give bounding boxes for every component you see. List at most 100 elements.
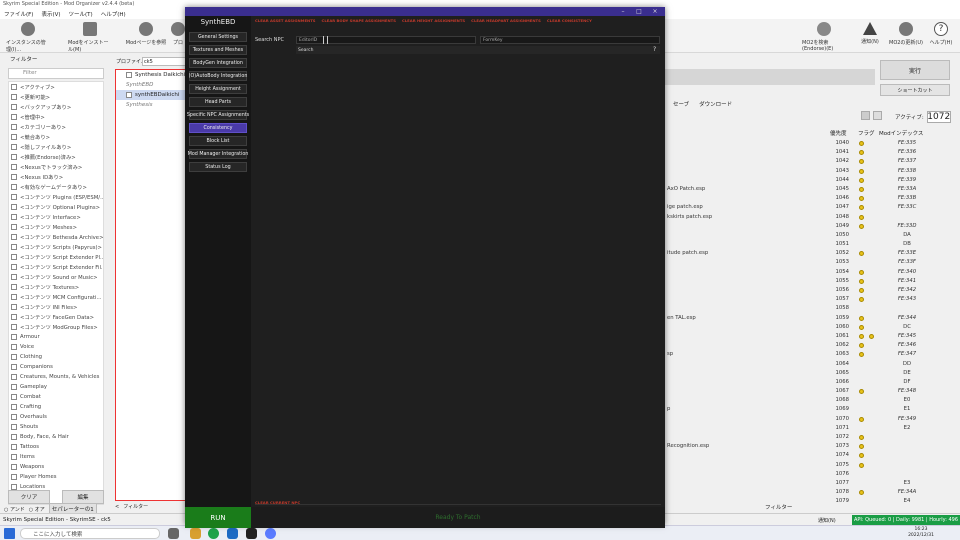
plugin-row[interactable]: 1044 FE:339 [665,176,960,185]
help-button[interactable]: ? ヘルプ(H) [922,22,960,46]
menu-item-1[interactable]: 表示(V) [41,10,60,18]
plugin-row[interactable]: 1071 E2 [665,424,960,433]
category-checkbox[interactable] [11,414,17,420]
category-item[interactable]: <コンテンツ Meshes> [9,222,103,232]
plugin-row[interactable]: 1074 [665,451,960,460]
priority-column-header[interactable]: 優先度 [830,129,847,137]
plugin-row[interactable]: itude patch.esp 1052 FE:33E [665,249,960,258]
menu-item-3[interactable]: ヘルプ(H) [101,10,126,18]
category-item[interactable]: Voice [9,342,103,352]
category-item[interactable]: Gameplay [9,382,103,392]
clear-button-0[interactable]: CLEAR ASSET ASSIGNMENTS [255,18,316,23]
executable-select[interactable] [665,69,875,85]
category-checkbox[interactable] [11,94,17,100]
flags-column-header[interactable]: フラグ [858,129,875,137]
category-checkbox[interactable] [11,104,17,110]
category-item[interactable]: <コンテンツ Optional Plugins> [9,202,103,212]
category-item[interactable]: <コンテンツ Sound or Music> [9,272,103,282]
browse-mod-page-button[interactable]: Modページを参照 [124,22,168,46]
category-checkbox[interactable] [11,124,17,130]
plugin-row[interactable]: 1043 FE:338 [665,167,960,176]
category-checkbox[interactable] [11,394,17,400]
category-item[interactable]: <コンテンツ Textures> [9,282,103,292]
category-checkbox[interactable] [11,214,17,220]
taskbar-clock[interactable]: 16:23 2022/12/31 [908,527,934,539]
category-item[interactable]: Shouts [9,422,103,432]
category-item[interactable]: Companions [9,362,103,372]
category-item[interactable]: Tattoos [9,442,103,452]
plugin-row[interactable]: 1051 DB [665,240,960,249]
category-item[interactable]: Weapons [9,462,103,472]
category-checkbox[interactable] [11,254,17,260]
category-checkbox[interactable] [11,454,17,460]
category-checkbox[interactable] [11,244,17,250]
clear-button-2[interactable]: CLEAR HEIGHT ASSIGNMENTS [402,18,465,23]
category-checkbox[interactable] [11,144,17,150]
category-item[interactable]: <推薦(Endorse)済み> [9,152,103,162]
nav-bodygen-integration[interactable]: BodyGen Integration [189,58,247,68]
plugin-filter-input[interactable]: フィルター [765,503,792,511]
menu-item-0[interactable]: ファイル(F) [4,10,33,18]
category-checkbox[interactable] [11,334,17,340]
synthebd-title-bar[interactable]: – □ × [185,7,665,16]
clear-button-4[interactable]: CLEAR CONSISTENCY [547,18,592,23]
category-checkbox[interactable] [11,344,17,350]
plugin-row[interactable]: 1040 FE:335 [665,139,960,148]
edit-button[interactable]: 編集 [62,490,104,504]
category-checkbox[interactable] [11,384,17,390]
category-item[interactable]: Body, Face, & Hair [9,432,103,442]
or-radio[interactable]: ○ オア [29,506,45,513]
plugin-row[interactable]: AxO Patch.esp 1045 FE:33A [665,185,960,194]
category-checkbox[interactable] [11,324,17,330]
category-item[interactable]: <コンテンツ Script Extender Pl... [9,252,103,262]
formkey-input[interactable]: FormKey [480,36,660,44]
category-item[interactable]: Items [9,452,103,462]
plugin-row[interactable]: 1046 FE:33B [665,194,960,203]
category-checkbox[interactable] [11,474,17,480]
category-item[interactable]: <コンテンツ Plugins (ESP/ESM/... [9,192,103,202]
task-view-icon[interactable] [168,528,179,539]
category-item[interactable]: <Nexus IDあり> [9,172,103,182]
nav-block-list[interactable]: Block List [189,136,247,146]
plugin-row[interactable]: 1075 [665,461,960,470]
windows-start-icon[interactable] [4,528,15,539]
tab-downloads[interactable]: ダウンロード [699,100,732,108]
nav-head-parts[interactable]: Head Parts [189,97,247,107]
category-checkbox[interactable] [11,84,17,90]
mod-list-item[interactable]: synthEBDaikichi [116,90,186,100]
category-checkbox[interactable] [11,464,17,470]
app-icon-1[interactable] [208,528,219,539]
plugin-row[interactable]: 1054 FE:340 [665,268,960,277]
category-checkbox[interactable] [11,224,17,230]
plugin-row[interactable]: 1065 DE [665,369,960,378]
plugin-row[interactable]: 1064 DD [665,360,960,369]
nav-general-settings[interactable]: General Settings [189,32,247,42]
plugin-row[interactable]: 1049 FE:33D [665,222,960,231]
plugin-row[interactable]: 1062 FE:346 [665,341,960,350]
run-patcher-button[interactable]: RUN [185,507,251,528]
plugin-list[interactable]: 1040 FE:335 1041 FE:336 1042 FE:337 1043 FE:338… [665,139,960,507]
category-item[interactable]: <バックアップあり> [9,102,103,112]
plugin-row[interactable]: en TAL.esp 1059 FE:344 [665,314,960,323]
shortcut-button[interactable]: ショートカット [880,84,950,96]
plugin-row[interactable]: kskirts patch.esp 1048 [665,213,960,222]
plugin-row[interactable]: 1041 FE:336 [665,148,960,157]
category-item[interactable]: Combat [9,392,103,402]
category-item[interactable]: <アクティブ> [9,82,103,92]
plugin-row[interactable]: 1078 FE:34A [665,488,960,497]
category-item[interactable]: <コンテンツ Script Extender Fil... [9,262,103,272]
nav-mod-manager-integration[interactable]: Mod Manager Integration [188,149,248,159]
app-icon-4[interactable] [265,528,276,539]
category-item[interactable]: <有効なゲームデータあり> [9,182,103,192]
filter-input[interactable]: Filter [8,68,104,79]
plugin-row[interactable]: 1070 FE:349 [665,415,960,424]
nav-consistency[interactable]: Consistency [189,123,247,133]
plugin-row[interactable]: 1067 FE:348 [665,387,960,396]
profiles-button[interactable]: プロ [170,22,186,46]
category-item[interactable]: Overhauls [9,412,103,422]
category-checkbox[interactable] [11,134,17,140]
plugin-row[interactable]: 1055 FE:341 [665,277,960,286]
mod-list-item[interactable]: Synthesis Daikichi [116,70,186,80]
category-list[interactable]: <アクティブ> <更新可能> <バックアップあり> <管理中> <カテゴリーあり> <競合… [8,81,104,505]
app-icon-3[interactable] [246,528,257,539]
